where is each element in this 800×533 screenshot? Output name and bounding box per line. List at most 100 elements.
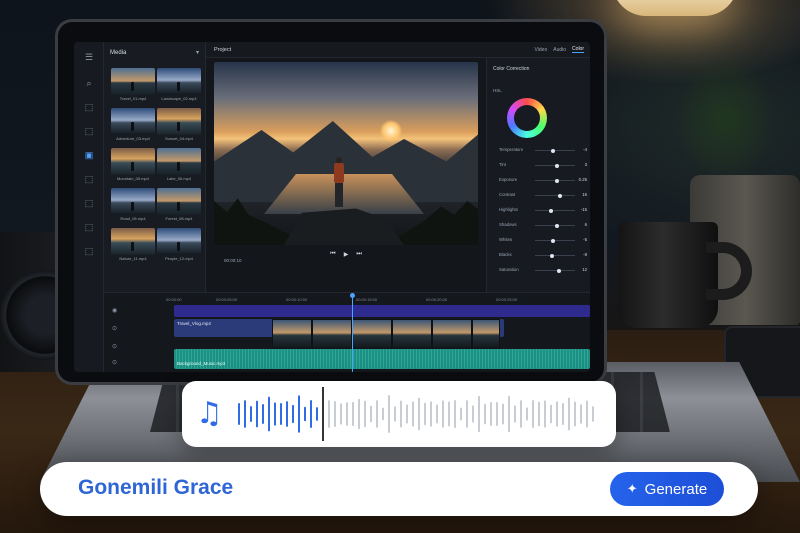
video-icon[interactable]: ▣	[81, 148, 97, 162]
media-thumbnail[interactable]: People_12.mp4	[157, 228, 201, 262]
waveform-bar	[364, 400, 366, 428]
skip-back-icon[interactable]: ⏮	[330, 251, 335, 258]
adjustment-label: Blacks	[499, 252, 512, 257]
prompt-text[interactable]: Gonemili Grace	[78, 476, 233, 500]
waveform-bar	[292, 404, 294, 424]
adjustment-slider-track[interactable]	[535, 150, 575, 151]
generate-label: Generate	[644, 480, 708, 498]
adjustment-slider-track[interactable]	[535, 270, 575, 271]
media-thumbnail[interactable]: Mountain_05.mp4	[111, 148, 155, 182]
timeline-clip[interactable]	[472, 319, 500, 349]
media-thumbnail[interactable]: Adventure_03.mp4	[111, 108, 155, 142]
adjustment-row[interactable]: Tint 3	[493, 161, 587, 171]
adjustment-value: 12	[582, 267, 587, 272]
adjustment-value: 6	[584, 222, 587, 227]
media-thumbnail[interactable]: Lake_06.mp4	[157, 148, 201, 182]
media-icon[interactable]: ⬚	[81, 124, 97, 138]
link-icon[interactable]: ⊙	[112, 343, 117, 350]
waveform-bar	[346, 402, 348, 426]
mute-icon[interactable]: ⊙	[112, 359, 117, 366]
adjustment-row[interactable]: Shadows 6	[493, 221, 587, 231]
color-wheel[interactable]	[507, 98, 547, 138]
waveform-bar	[436, 404, 438, 424]
adjustment-label: Temperature	[499, 147, 524, 152]
adjustment-slider-knob[interactable]	[551, 148, 555, 153]
waveform-bar	[586, 400, 588, 428]
tab-audio[interactable]: Audio	[553, 47, 566, 53]
media-thumbnail[interactable]: Landscape_02.mp4	[157, 68, 201, 102]
waveform-bar	[526, 407, 528, 421]
play-icon[interactable]: ▶	[344, 251, 349, 258]
waveform-bar	[268, 396, 270, 432]
adjustment-row[interactable]: Exposure 0.25	[493, 176, 587, 186]
effects-icon[interactable]: ⬚	[81, 220, 97, 234]
waveform-bar	[400, 400, 402, 428]
tab-color[interactable]: Color	[572, 46, 584, 53]
timeline-clip[interactable]	[272, 319, 312, 349]
audio-track[interactable]: Background_Music.mp3	[174, 349, 590, 369]
playhead[interactable]	[350, 293, 355, 372]
adjustment-slider-knob[interactable]	[555, 178, 559, 183]
waveform-bar	[568, 397, 570, 431]
timeline-clip[interactable]	[312, 319, 352, 349]
adjustment-slider-track[interactable]	[535, 195, 575, 196]
media-thumbnail[interactable]: Nature_11.mp4	[111, 228, 155, 262]
text-icon[interactable]: ⬚	[81, 196, 97, 210]
waveform-bar	[412, 401, 414, 427]
media-thumbnail[interactable]: Sunset_04.mp4	[157, 108, 201, 142]
waveform-bar	[538, 401, 540, 427]
timeline-clip[interactable]	[352, 319, 392, 349]
adjustment-value: 16	[582, 192, 587, 197]
search-icon[interactable]: ⌕	[81, 76, 97, 90]
adjustment-row[interactable]: Contrast 16	[493, 191, 587, 201]
media-thumbnail[interactable]: Road_05.mp4	[111, 188, 155, 222]
waveform-bar	[508, 395, 510, 433]
import-icon[interactable]: ⬚	[81, 100, 97, 114]
timeline-clip[interactable]	[392, 319, 432, 349]
tab-video[interactable]: Video	[535, 47, 548, 53]
adjustment-slider-knob[interactable]	[555, 163, 559, 168]
adjustment-slider-knob[interactable]	[549, 208, 553, 213]
lock-icon[interactable]: ⊙	[112, 325, 117, 332]
waveform-bar	[574, 401, 576, 427]
overlay-track[interactable]	[174, 305, 590, 317]
waveform-bar	[544, 400, 546, 428]
skip-forward-icon[interactable]: ⏭	[356, 251, 361, 258]
adjustment-slider-knob[interactable]	[549, 253, 554, 258]
media-thumbnail[interactable]: Travel_01.mp4	[111, 68, 155, 102]
adjustment-slider-track[interactable]	[535, 255, 575, 256]
adjustment-slider-track[interactable]	[535, 240, 575, 241]
adjustment-label: Tint	[499, 162, 507, 167]
camera-icon[interactable]: ◉	[112, 307, 117, 314]
export-icon[interactable]: ⬚	[81, 244, 97, 258]
generate-button[interactable]: ✦ Generate	[610, 472, 724, 506]
adjustment-slider-knob[interactable]	[557, 193, 562, 198]
adjustment-slider-track[interactable]	[535, 210, 575, 211]
audio-icon[interactable]: ⬚	[81, 172, 97, 186]
settings-icon[interactable]: ☰	[81, 50, 97, 64]
waveform-bar	[256, 400, 258, 428]
waveform-bar	[430, 401, 432, 427]
adjustment-slider-knob[interactable]	[557, 268, 561, 273]
waveform-bar	[472, 405, 474, 423]
timeline-clip[interactable]	[432, 319, 472, 349]
waveform-bar	[286, 401, 288, 427]
prompt-bar[interactable]: Gonemili Grace ✦ Generate	[40, 462, 758, 516]
chevron-down-icon[interactable]: ▾	[196, 49, 199, 56]
adjustment-label: Exposure	[499, 177, 518, 182]
waveform-bar	[358, 398, 360, 430]
waveform-bar	[514, 405, 516, 423]
audio-track-label: Background_Music.mp3	[177, 361, 226, 366]
inspector-title: Color Correction	[493, 66, 530, 72]
adjustment-row[interactable]: Temperature -4	[493, 146, 587, 156]
adjustment-row[interactable]: Highlights -15	[493, 206, 587, 216]
hiker-figure	[333, 157, 345, 209]
adjustment-row[interactable]: Whites -5	[493, 236, 587, 246]
adjustment-slider-knob[interactable]	[551, 238, 555, 243]
adjustment-row[interactable]: Blacks -8	[493, 251, 587, 261]
adjustment-row[interactable]: Saturation 12	[493, 266, 587, 276]
adjustment-slider-knob[interactable]	[555, 223, 559, 228]
waveform-cursor	[322, 387, 324, 441]
audio-waveform	[238, 387, 594, 441]
media-thumbnail[interactable]: Forest_08.mp4	[157, 188, 201, 222]
